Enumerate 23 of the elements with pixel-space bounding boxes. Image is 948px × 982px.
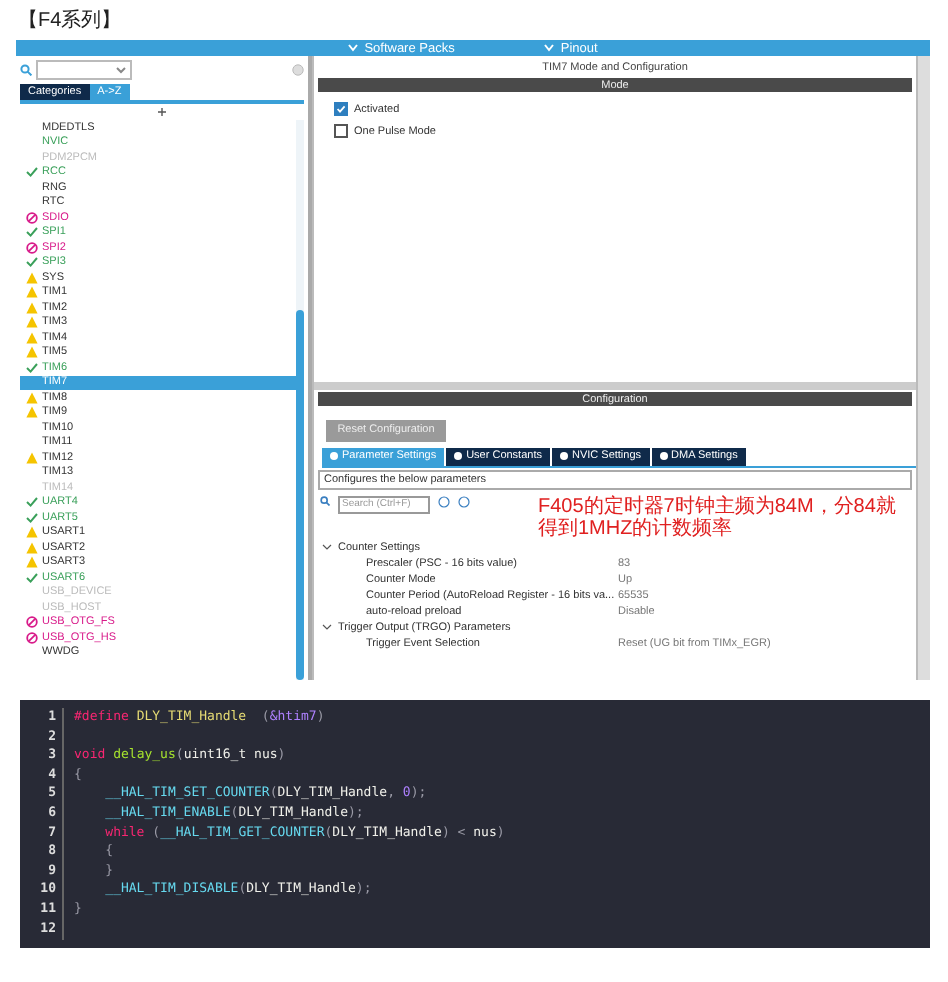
sort-icon[interactable] bbox=[158, 108, 166, 116]
checkbox[interactable] bbox=[334, 102, 348, 116]
check-icon bbox=[26, 166, 38, 179]
chevron-icon bbox=[544, 44, 555, 52]
search-icon bbox=[320, 495, 330, 505]
chevron-icon[interactable] bbox=[322, 542, 332, 552]
check-icon bbox=[26, 256, 38, 269]
search-icon bbox=[20, 63, 32, 75]
check-icon bbox=[26, 361, 38, 374]
checkbox[interactable] bbox=[334, 124, 348, 138]
warning-icon bbox=[26, 451, 38, 464]
chevron-icon bbox=[348, 44, 359, 52]
search-field[interactable] bbox=[36, 59, 132, 79]
check-icon bbox=[26, 226, 38, 239]
chevron-icon[interactable] bbox=[322, 622, 332, 632]
blocked-icon bbox=[26, 211, 38, 224]
blocked-icon bbox=[26, 241, 38, 254]
dropdown-icon bbox=[116, 65, 126, 73]
scrollbar[interactable] bbox=[916, 56, 930, 680]
scrollbar-thumb[interactable] bbox=[296, 310, 304, 680]
check-icon bbox=[26, 571, 38, 584]
page-title: 【F4系列】 bbox=[18, 7, 122, 34]
annotation-text: F405的定时器7时钟主频为84M，分84就得到1MHZ的计数频率 bbox=[536, 495, 898, 539]
